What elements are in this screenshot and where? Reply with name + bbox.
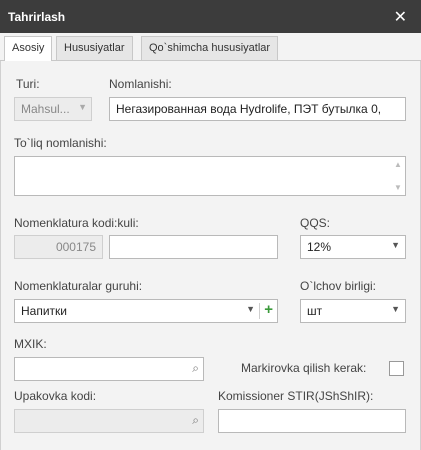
nomenklatura-code-label: Nomenklatura kodi:kuli: [14, 216, 139, 230]
close-icon[interactable]: ✕ [394, 7, 407, 27]
turi-select[interactable]: Mahsul... ▼ [14, 97, 92, 121]
tab-bar: Asosiy Hususiyatlar Qo`shimcha hususiyat… [0, 33, 421, 62]
unit-value: шт [307, 304, 323, 318]
tab-qoshimcha-hususiyatlar[interactable]: Qo`shimcha hususiyatlar [141, 36, 279, 61]
packaging-input: ⌕ [14, 409, 204, 433]
nomenklatura-code-value: 000175 [55, 240, 96, 254]
nomlanishi-value: Негазированная вода Hydrolife, ПЭТ бутыл… [116, 102, 382, 116]
group-select[interactable]: Напитки ▼ + [14, 299, 278, 323]
commissioner-label: Komissioner STIR(JShShIR): [218, 389, 374, 403]
group-divider [259, 303, 260, 319]
window-title: Tahrirlash [8, 10, 66, 24]
qqs-label: QQS: [300, 216, 331, 230]
chevron-down-icon: ▼ [246, 304, 255, 314]
mxik-label: MXIK: [14, 337, 47, 351]
textarea-scrollbar[interactable]: ▲ ▼ [391, 157, 405, 195]
nomenklatura-kuli-input[interactable] [109, 235, 278, 259]
commissioner-input[interactable] [218, 409, 406, 433]
window-titlebar: Tahrirlash ✕ [0, 0, 421, 33]
marking-label: Markirovka qilish kerak: [241, 361, 367, 375]
qqs-select[interactable]: 12% ▼ [300, 235, 406, 259]
nomenklatura-code-field: 000175 [14, 235, 103, 259]
mxik-input[interactable]: ⌕ [14, 357, 204, 381]
nomlanishi-label: Nomlanishi: [109, 77, 172, 91]
nomlanishi-input[interactable]: Негазированная вода Hydrolife, ПЭТ бутыл… [109, 97, 406, 121]
search-icon: ⌕ [192, 413, 199, 427]
marking-checkbox[interactable] [389, 361, 404, 376]
form-panel: Turi: Mahsul... ▼ Nomlanishi: Негазирова… [0, 61, 421, 450]
scroll-down-icon[interactable]: ▼ [394, 183, 402, 192]
turi-label: Turi: [16, 77, 40, 91]
unit-label: O`lchov birligi: [300, 279, 377, 293]
search-icon[interactable]: ⌕ [192, 361, 199, 376]
full-name-label: To`liq nomlanishi: [14, 136, 107, 150]
chevron-down-icon: ▼ [391, 240, 400, 250]
scroll-up-icon[interactable]: ▲ [394, 160, 402, 169]
plus-icon[interactable]: + [264, 301, 273, 318]
qqs-value: 12% [307, 240, 332, 254]
group-label: Nomenklaturalar guruhi: [14, 279, 143, 293]
tab-hususiyatlar[interactable]: Hususiyatlar [56, 36, 133, 61]
chevron-down-icon: ▼ [78, 102, 87, 112]
full-name-textarea[interactable]: ▲ ▼ [14, 156, 406, 196]
chevron-down-icon: ▼ [391, 304, 400, 314]
packaging-label: Upakovka kodi: [14, 389, 97, 403]
group-value: Напитки [21, 304, 67, 318]
unit-select[interactable]: шт ▼ [300, 299, 406, 323]
tab-asosiy[interactable]: Asosiy [4, 36, 53, 62]
turi-value: Mahsul... [21, 102, 70, 116]
